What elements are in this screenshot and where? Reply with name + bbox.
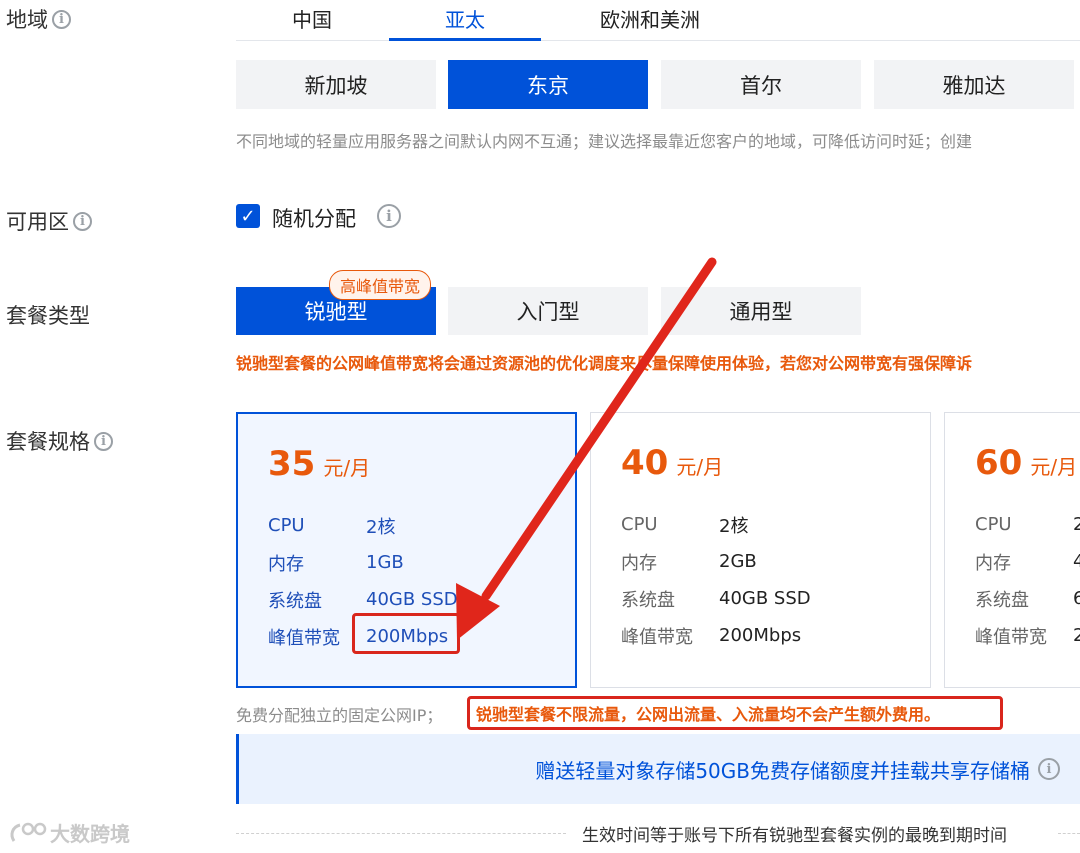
annotation-arrow xyxy=(456,257,717,640)
